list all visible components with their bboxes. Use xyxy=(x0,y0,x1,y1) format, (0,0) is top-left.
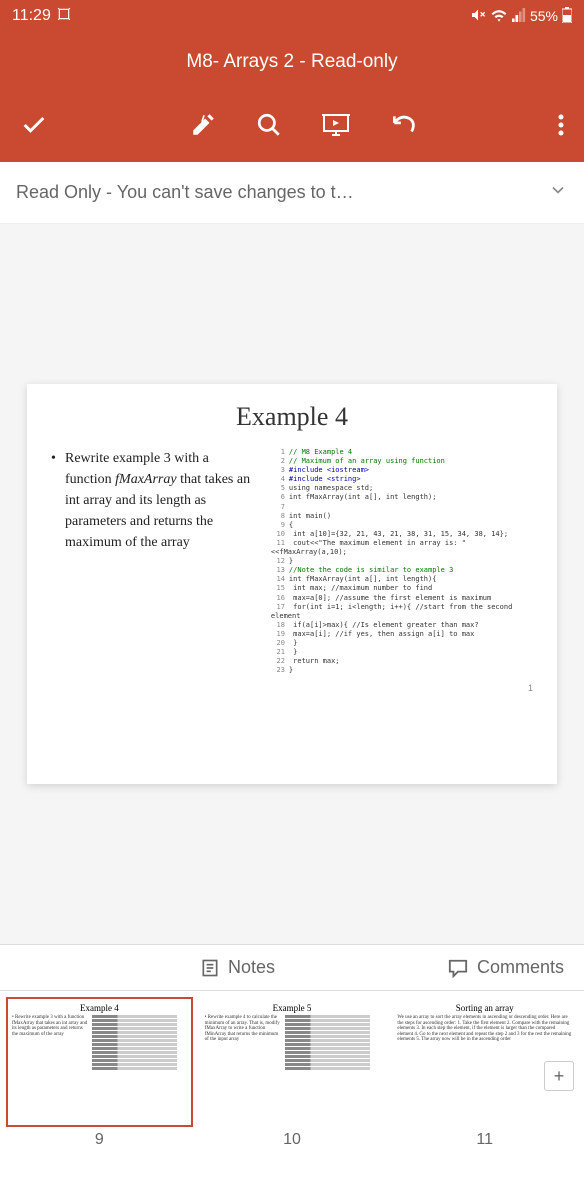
present-button[interactable] xyxy=(322,112,350,143)
wifi-icon xyxy=(490,8,508,25)
toolbar xyxy=(0,92,584,162)
battery-icon xyxy=(562,7,572,26)
slide-bullets: Rewrite example 3 with a function fMaxAr… xyxy=(51,448,257,675)
comments-label: Comments xyxy=(477,957,564,978)
slide-title: Example 4 xyxy=(51,402,533,432)
thumb-number: 11 xyxy=(391,1127,578,1149)
notes-button[interactable]: Notes xyxy=(200,957,275,978)
search-button[interactable] xyxy=(256,112,282,143)
done-button[interactable] xyxy=(20,111,48,144)
screenshot-icon xyxy=(57,7,71,26)
battery-percent: 55% xyxy=(530,8,558,24)
comments-button[interactable]: Comments xyxy=(447,957,564,978)
document-title: M8- Arrays 2 - Read-only xyxy=(186,51,397,73)
signal-icon xyxy=(512,8,526,25)
slide-code: 1// M8 Example 42// Maximum of an array … xyxy=(271,448,533,675)
thumb-number: 10 xyxy=(199,1127,386,1149)
chevron-down-icon xyxy=(548,180,568,205)
readonly-text: Read Only - You can't save changes to t… xyxy=(16,182,354,203)
app-header: M8- Arrays 2 - Read-only xyxy=(0,32,584,92)
thumbnail-strip[interactable]: Example 4 • Rewrite example 3 with a fun… xyxy=(0,990,584,1155)
status-time: 11:29 xyxy=(12,7,51,25)
thumbnail-9[interactable]: Example 4 • Rewrite example 3 with a fun… xyxy=(6,997,193,1127)
thumb-number: 9 xyxy=(6,1127,193,1149)
slide[interactable]: Example 4 Rewrite example 3 with a funct… xyxy=(27,384,557,784)
add-slide-button[interactable]: + xyxy=(544,1061,574,1091)
notes-label: Notes xyxy=(228,957,275,978)
slide-page-number: 1 xyxy=(51,683,533,693)
readonly-banner[interactable]: Read Only - You can't save changes to t… xyxy=(0,162,584,224)
status-bar: 11:29 55% xyxy=(0,0,584,32)
thumbnail-10[interactable]: Example 5 • Rewrite example 4 to calcula… xyxy=(199,997,386,1127)
edit-button[interactable] xyxy=(190,112,216,143)
bottom-bar: Notes Comments xyxy=(0,944,584,990)
undo-button[interactable] xyxy=(390,112,416,143)
no-sound-icon xyxy=(470,7,486,26)
more-button[interactable] xyxy=(558,113,564,142)
slide-area[interactable]: Example 4 Rewrite example 3 with a funct… xyxy=(0,224,584,944)
